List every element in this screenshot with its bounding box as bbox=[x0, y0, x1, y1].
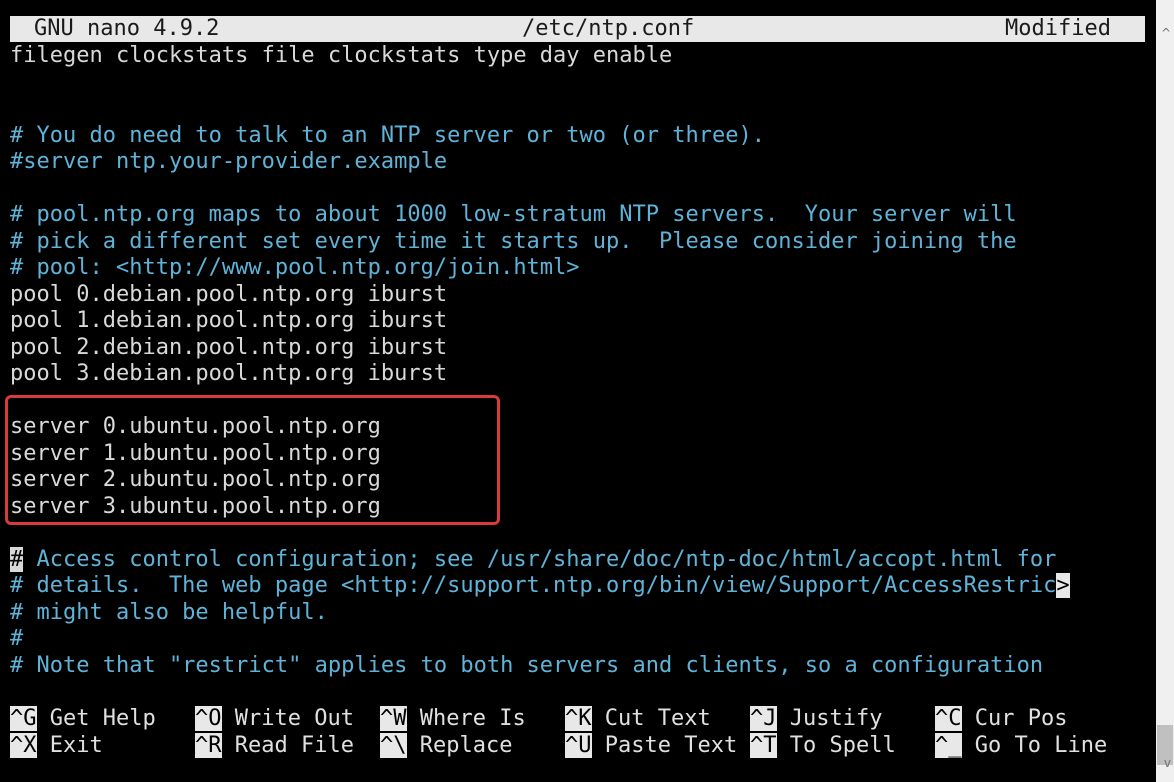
shortcut-key: ^K bbox=[565, 706, 592, 731]
editor-line-text: # details. The web page <http://support.… bbox=[10, 573, 1057, 598]
shortcut-key: ^U bbox=[565, 733, 592, 758]
editor-line[interactable]: #server ntp.your-provider.example bbox=[10, 149, 447, 176]
shortcut-label: To Spell bbox=[776, 733, 896, 758]
shortcut-label: Paste Text bbox=[591, 733, 738, 758]
shortcut-label: Justify bbox=[776, 706, 883, 731]
editor-line[interactable]: # pick a different set every time it sta… bbox=[10, 229, 1017, 256]
editor-line[interactable]: # You do need to talk to an NTP server o… bbox=[10, 123, 765, 150]
shortcut-key: ^X bbox=[10, 733, 37, 758]
editor-line[interactable]: # Access control configuration; see /usr… bbox=[10, 546, 1057, 574]
shortcut-cut-text[interactable]: ^K Cut Text bbox=[565, 706, 711, 733]
terminal-window[interactable]: GNU nano 4.9.2 /etc/ntp.conf Modified fi… bbox=[0, 0, 1174, 782]
shortcut-get-help[interactable]: ^G Get Help bbox=[10, 706, 156, 733]
shortcut-label: Go To Line bbox=[961, 733, 1108, 758]
shortcut-key: ^C bbox=[935, 706, 962, 731]
shortcut-key: ^W bbox=[380, 706, 407, 731]
shortcut-label: Cut Text bbox=[591, 706, 711, 731]
text-cursor: # bbox=[10, 546, 24, 572]
shortcut-label: Get Help bbox=[36, 706, 156, 731]
highlight-annotation-box bbox=[5, 395, 500, 525]
shortcut-justify[interactable]: ^J Justify bbox=[750, 706, 882, 733]
shortcut-where-is[interactable]: ^W Where Is bbox=[380, 706, 526, 733]
shortcut-key: ^T bbox=[750, 733, 777, 758]
shortcut-write-out[interactable]: ^O Write Out bbox=[195, 706, 354, 733]
app-version: GNU nano 4.9.2 bbox=[34, 16, 220, 41]
shortcut-label: Write Out bbox=[221, 706, 354, 731]
shortcut-label: Replace bbox=[406, 733, 513, 758]
scroll-up-arrow-icon[interactable]: ^ bbox=[1161, 20, 1171, 47]
shortcut-paste-text[interactable]: ^U Paste Text bbox=[565, 733, 737, 760]
shortcut-go-to-line[interactable]: ^_ Go To Line bbox=[935, 733, 1107, 760]
editor-line-text: Access control configuration; see /usr/s… bbox=[23, 546, 1057, 572]
shortcut-label: Cur Pos bbox=[961, 706, 1068, 731]
shortcut-read-file[interactable]: ^R Read File bbox=[195, 733, 354, 760]
shortcut-key: ^_ bbox=[935, 733, 962, 758]
shortcut-key: ^O bbox=[195, 706, 222, 731]
editor-line[interactable]: # bbox=[10, 626, 23, 653]
editor-line[interactable]: pool 3.debian.pool.ntp.org iburst bbox=[10, 361, 447, 388]
shortcut-label: Exit bbox=[36, 733, 103, 758]
editor-line[interactable]: # details. The web page <http://support.… bbox=[10, 573, 1070, 600]
shortcut-key: ^\ bbox=[380, 733, 407, 758]
editor-line[interactable]: # pool.ntp.org maps to about 1000 low-st… bbox=[10, 202, 1017, 229]
scroll-down-arrow-icon[interactable]: v bbox=[1164, 750, 1171, 777]
shortcut-replace[interactable]: ^\ Replace bbox=[380, 733, 512, 760]
editor-line[interactable]: filegen clockstats file clockstats type … bbox=[10, 43, 672, 70]
shortcut-exit[interactable]: ^X Exit bbox=[10, 733, 103, 760]
editor-line[interactable]: # Note that "restrict" applies to both s… bbox=[10, 653, 1043, 680]
editor-line[interactable]: # pool: <http://www.pool.ntp.org/join.ht… bbox=[10, 255, 580, 282]
line-overflow-marker: > bbox=[1056, 573, 1070, 598]
shortcut-cur-pos[interactable]: ^C Cur Pos bbox=[935, 706, 1067, 733]
file-path: /etc/ntp.conf bbox=[522, 16, 695, 41]
shortcut-key: ^J bbox=[750, 706, 777, 731]
scrollbar[interactable]: ^ v bbox=[1156, 0, 1174, 782]
nano-titlebar: GNU nano 4.9.2 /etc/ntp.conf Modified bbox=[10, 16, 1145, 42]
shortcut-to-spell[interactable]: ^T To Spell bbox=[750, 733, 896, 760]
shortcut-label: Where Is bbox=[406, 706, 526, 731]
shortcut-key: ^R bbox=[195, 733, 222, 758]
editor-line[interactable]: pool 2.debian.pool.ntp.org iburst bbox=[10, 335, 447, 362]
shortcut-label: Read File bbox=[221, 733, 354, 758]
editor-line[interactable]: pool 0.debian.pool.ntp.org iburst bbox=[10, 282, 447, 309]
editor-line[interactable]: # might also be helpful. bbox=[10, 600, 328, 627]
modified-status: Modified bbox=[1005, 16, 1111, 41]
editor-line[interactable]: pool 1.debian.pool.ntp.org iburst bbox=[10, 308, 447, 335]
shortcut-key: ^G bbox=[10, 706, 37, 731]
